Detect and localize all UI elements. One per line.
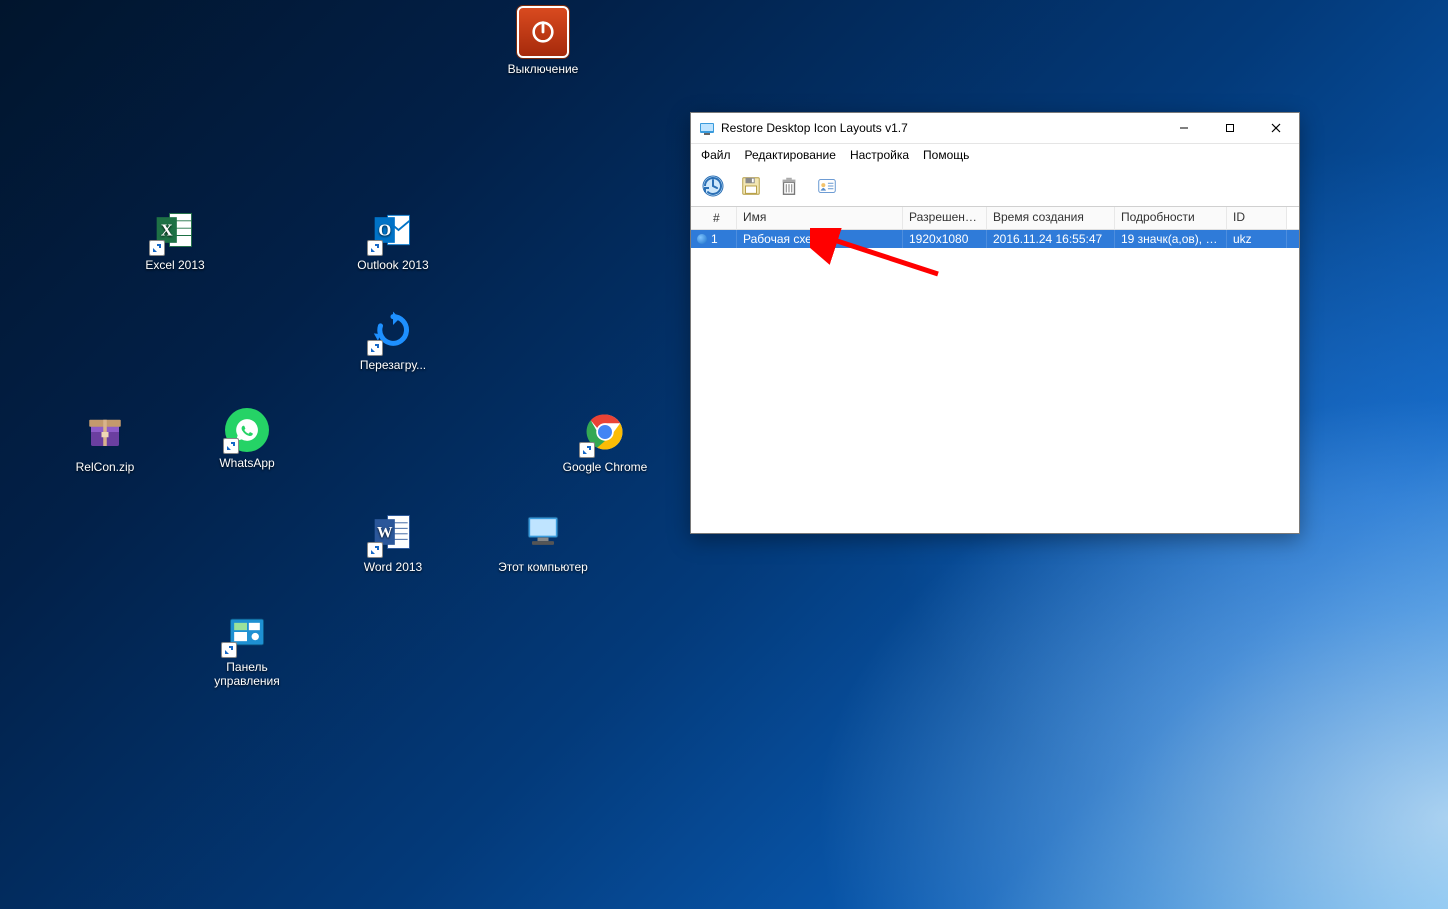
column-header-resolution[interactable]: Разрешение ... [903, 207, 987, 229]
cell-details: 19 значк(а,ов), help [1115, 229, 1227, 249]
whatsapp-icon [225, 408, 269, 452]
menu-edit[interactable]: Редактирование [745, 148, 836, 162]
desktop-icon-this-pc[interactable]: Этот компьютер [498, 508, 588, 574]
winrar-archive-icon [81, 408, 129, 456]
toolbar-delete-button[interactable] [773, 170, 805, 202]
desktop-icon-relcon-zip[interactable]: RelCon.zip [60, 408, 150, 474]
computer-icon [519, 508, 567, 556]
row-status-dot-icon [697, 234, 707, 244]
menu-bar: Файл Редактирование Настройка Помощь [691, 144, 1299, 166]
toolbar [691, 166, 1299, 207]
column-header-name[interactable]: Имя [737, 207, 903, 229]
restart-icon [369, 306, 417, 354]
cell-name: Рабочая схема [737, 229, 903, 249]
menu-settings[interactable]: Настройка [850, 148, 909, 162]
desktop-icon-label: RelCon.zip [60, 460, 150, 474]
toolbar-restore-button[interactable] [697, 170, 729, 202]
desktop-icon-chrome[interactable]: Google Chrome [560, 408, 650, 474]
desktop-icon-control-panel[interactable]: Панель управления [202, 608, 292, 688]
toolbar-about-button[interactable] [811, 170, 843, 202]
column-header-created[interactable]: Время создания [987, 207, 1115, 229]
window-minimize-button[interactable] [1161, 113, 1207, 143]
desktop-icon-label: Google Chrome [560, 460, 650, 474]
power-icon [517, 6, 569, 58]
window-titlebar[interactable]: Restore Desktop Icon Layouts v1.7 [691, 113, 1299, 144]
shortcut-overlay-icon [149, 240, 165, 256]
app-icon [699, 120, 715, 136]
desktop-icon-whatsapp[interactable]: WhatsApp [202, 408, 292, 470]
outlook-icon: O [369, 206, 417, 254]
shortcut-overlay-icon [367, 240, 383, 256]
shortcut-overlay-icon [367, 542, 383, 558]
desktop-icon-label: Панель управления [202, 660, 292, 688]
svg-text:W: W [377, 525, 393, 542]
window-maximize-button[interactable] [1207, 113, 1253, 143]
window-close-button[interactable] [1253, 113, 1299, 143]
cell-resolution: 1920x1080 [903, 229, 987, 249]
cell-index: 1 [691, 229, 737, 249]
menu-file[interactable]: Файл [701, 148, 731, 162]
svg-text:O: O [378, 221, 391, 240]
desktop-icon-outlook[interactable]: O Outlook 2013 [348, 206, 438, 272]
excel-icon: X [151, 206, 199, 254]
column-header-details[interactable]: Подробности [1115, 207, 1227, 229]
desktop-icon-shutdown[interactable]: Выключение [498, 6, 588, 76]
shortcut-overlay-icon [579, 442, 595, 458]
cell-id: ukz [1227, 229, 1287, 249]
word-icon: W [369, 508, 417, 556]
column-header-index[interactable]: # [691, 207, 737, 229]
listview-header[interactable]: # Имя Разрешение ... Время создания Подр… [691, 207, 1299, 230]
control-panel-icon [223, 608, 271, 656]
shortcut-overlay-icon [223, 438, 239, 454]
window-title: Restore Desktop Icon Layouts v1.7 [721, 121, 908, 135]
menu-help[interactable]: Помощь [923, 148, 969, 162]
layouts-listview[interactable]: # Имя Разрешение ... Время создания Подр… [691, 207, 1299, 539]
svg-text:X: X [161, 221, 173, 240]
chrome-icon [581, 408, 629, 456]
desktop-icon-restart[interactable]: Перезагру... [348, 306, 438, 372]
desktop-icon-excel[interactable]: X Excel 2013 [130, 206, 220, 272]
desktop-icon-label: Этот компьютер [498, 560, 588, 574]
desktop-icon-label: Word 2013 [348, 560, 438, 574]
desktop-icon-word[interactable]: W Word 2013 [348, 508, 438, 574]
shortcut-overlay-icon [367, 340, 383, 356]
desktop-icon-label: WhatsApp [202, 456, 292, 470]
cell-created: 2016.11.24 16:55:47 [987, 229, 1115, 249]
desktop-icon-label: Outlook 2013 [348, 258, 438, 272]
desktop-icon-label: Выключение [498, 62, 588, 76]
column-header-id[interactable]: ID [1227, 207, 1287, 229]
desktop-wallpaper: Выключение X Excel 2013 O Outlook 2013 [0, 0, 1448, 909]
desktop-icon-label: Перезагру... [348, 358, 438, 372]
toolbar-save-button[interactable] [735, 170, 767, 202]
app-window-restore-desktop-icon-layouts: Restore Desktop Icon Layouts v1.7 Файл Р… [690, 112, 1300, 534]
listview-row[interactable]: 1 Рабочая схема 1920x1080 2016.11.24 16:… [691, 230, 1299, 248]
desktop-icon-label: Excel 2013 [130, 258, 220, 272]
shortcut-overlay-icon [221, 642, 237, 658]
